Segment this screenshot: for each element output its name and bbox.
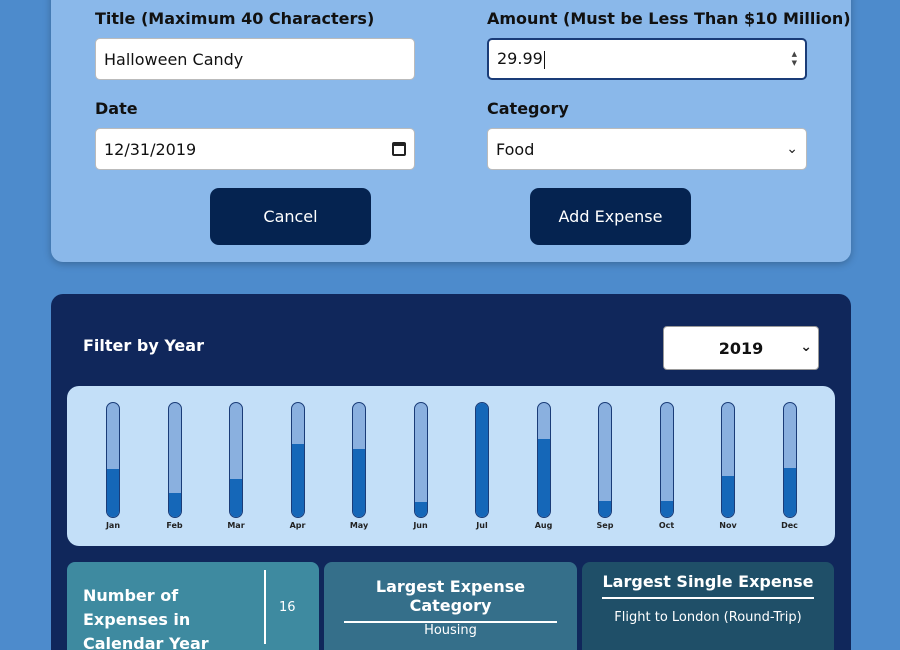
chart-bar-label: Jul <box>476 521 488 530</box>
chart-bar-label: May <box>349 521 369 530</box>
category-select[interactable]: Food ⌄ <box>487 128 807 170</box>
chart-bar-label: Sep <box>596 521 614 530</box>
date-input-value: 12/31/2019 <box>104 139 197 159</box>
number-spinner-icon[interactable]: ▲ ▼ <box>792 50 797 68</box>
new-expense-form: Title (Maximum 40 Characters) Halloween … <box>51 0 851 262</box>
chart-bar-apr: Apr <box>283 402 313 530</box>
chart-bar-fill <box>783 467 796 517</box>
title-label: Title (Maximum 40 Characters) <box>95 9 375 28</box>
chart-bar-fill <box>230 479 242 517</box>
chart-bar-track <box>167 402 182 518</box>
date-label: Date <box>95 99 138 118</box>
year-select[interactable]: 2019 ⌄ <box>663 326 819 370</box>
chart-bar-jun: Jun <box>406 402 436 530</box>
calendar-icon[interactable] <box>392 142 406 156</box>
chart-bar-label: Nov <box>719 521 737 530</box>
largest-category-value: Housing <box>424 623 477 638</box>
chevron-down-icon: ⌄ <box>786 141 798 157</box>
chart-bar-track <box>106 402 120 518</box>
chart-bar-label: Apr <box>289 521 306 530</box>
chart-bar-track <box>229 402 243 518</box>
chart-bar-track <box>352 402 366 518</box>
largest-category-title: Largest Expense Category <box>344 577 557 623</box>
cancel-button[interactable]: Cancel <box>210 188 371 245</box>
chart-bar-label: Mar <box>227 521 245 530</box>
chart-bar-fill <box>414 502 427 517</box>
chart-bar-track <box>536 402 551 518</box>
largest-single-expense-value: Flight to London (Round-Trip) <box>614 610 802 625</box>
chart-bar-track <box>475 402 489 518</box>
chart-bar-oct: Oct <box>652 402 682 530</box>
chart-bar-jul: Jul <box>467 402 497 530</box>
title-input-value: Halloween Candy <box>104 49 244 69</box>
category-label: Category <box>487 99 569 118</box>
amount-label: Amount (Must be Less Than $10 Million) <box>487 9 851 28</box>
chart-bar-fill <box>476 403 488 517</box>
chart-bar-track <box>598 402 612 518</box>
largest-category-card: Largest Expense Category Housing <box>324 562 577 650</box>
chart-bar-track <box>290 402 305 518</box>
expense-count-label: Number of Expenses in Calendar Year <box>83 586 209 650</box>
chart-bar-mar: Mar <box>221 402 251 530</box>
chart-bar-fill <box>722 475 734 517</box>
year-select-value: 2019 <box>718 338 764 358</box>
chart-bar-dec: Dec <box>775 402 805 530</box>
chart-bar-track <box>659 402 674 518</box>
chart-bar-sep: Sep <box>590 402 620 530</box>
chart-bar-fill <box>537 439 550 517</box>
chart-bar-aug: Aug <box>529 402 559 530</box>
filter-label: Filter by Year <box>83 336 204 355</box>
chart-bar-track <box>721 402 735 518</box>
chart-bar-jan: Jan <box>98 402 128 530</box>
add-expense-button[interactable]: Add Expense <box>530 188 691 245</box>
chart-bar-fill <box>599 501 611 517</box>
divider <box>264 570 266 644</box>
chevron-down-icon: ⌄ <box>800 339 812 355</box>
amount-input[interactable]: 29.99 ▲ ▼ <box>487 38 807 80</box>
chart-bar-label: Dec <box>781 521 798 530</box>
chart-bar-fill <box>291 444 304 517</box>
expense-count-card: Number of Expenses in Calendar Year 16 <box>67 562 319 650</box>
chart-bar-feb: Feb <box>160 402 190 530</box>
chart-bar-label: Aug <box>534 521 553 530</box>
text-caret <box>543 50 545 69</box>
title-input[interactable]: Halloween Candy <box>95 38 415 80</box>
largest-single-expense-card: Largest Single Expense Flight to London … <box>582 562 834 650</box>
category-select-value: Food <box>496 139 535 159</box>
chart-bar-nov: Nov <box>713 402 743 530</box>
chart-bar-fill <box>353 448 365 517</box>
amount-input-value: 29.99 <box>497 49 543 69</box>
chart-bar-fill <box>168 493 181 517</box>
date-input[interactable]: 12/31/2019 <box>95 128 415 170</box>
chart-bar-label: Feb <box>166 521 183 530</box>
chart-bar-label: Jan <box>105 521 121 530</box>
expenses-panel: Filter by Year 2019 ⌄ Jan Feb Mar Apr May Jun… <box>51 294 851 650</box>
chart-bar-label: Oct <box>658 521 675 530</box>
chart-bar-label: Jun <box>413 521 428 530</box>
chart-bar-track <box>782 402 797 518</box>
monthly-expense-chart: Jan Feb Mar Apr May Jun Jul Aug Sep Oct Nov Dec <box>67 386 835 546</box>
chart-bar-fill <box>660 501 673 517</box>
chart-bar-fill <box>107 469 119 517</box>
chart-bar-may: May <box>344 402 374 530</box>
expense-count-value: 16 <box>279 600 296 615</box>
largest-single-expense-title: Largest Single Expense <box>602 572 814 599</box>
chart-bar-track <box>413 402 428 518</box>
